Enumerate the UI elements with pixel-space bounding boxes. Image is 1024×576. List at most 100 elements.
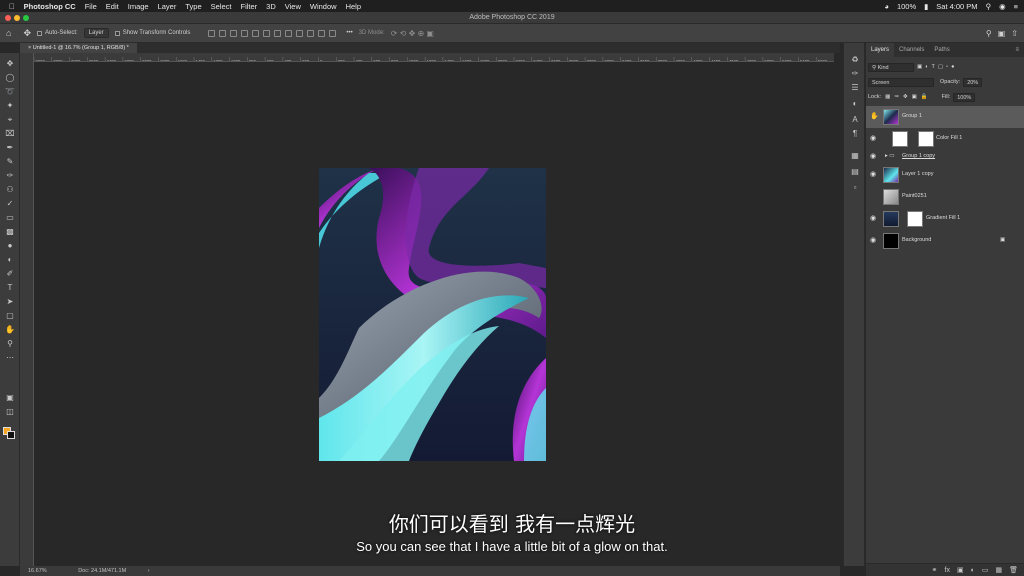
background-color-swatch[interactable] bbox=[7, 431, 15, 439]
layer-row-background[interactable]: ◉ Background ▣ bbox=[866, 230, 1024, 252]
wifi-icon[interactable]: ◕ bbox=[884, 2, 889, 11]
filter-kind-dropdown[interactable]: ⚲ Kind bbox=[868, 62, 914, 72]
rectangle-tool-icon[interactable]: ▢ bbox=[5, 311, 15, 321]
brush-panel-icon[interactable]: ✑ bbox=[850, 69, 860, 79]
type-tool-icon[interactable]: T bbox=[5, 283, 15, 293]
menu-list-icon[interactable]: ≡ bbox=[1014, 2, 1018, 11]
adjustments-panel-icon[interactable]: ◐ bbox=[850, 99, 860, 109]
brush-tool-icon[interactable]: ✑ bbox=[5, 171, 15, 181]
home-icon[interactable]: ⌂ bbox=[6, 28, 11, 38]
status-menu-icon[interactable]: › bbox=[148, 568, 150, 574]
menu-type[interactable]: Type bbox=[185, 2, 201, 11]
align-middle-icon[interactable] bbox=[252, 29, 260, 37]
add-mask-icon[interactable]: ▣ bbox=[957, 566, 964, 574]
workspace-switcher-icon[interactable]: ▣ bbox=[998, 29, 1006, 38]
quick-mask-icon[interactable]: ▣ bbox=[5, 393, 15, 403]
move-tool-icon[interactable]: ✥ bbox=[23, 28, 31, 39]
share-icon[interactable]: ⇧ bbox=[1011, 29, 1018, 38]
dodge-tool-icon[interactable]: ◐ bbox=[5, 255, 15, 265]
pen-tool-icon[interactable]: ✐ bbox=[5, 269, 15, 279]
menu-filter[interactable]: Filter bbox=[240, 2, 257, 11]
filter-adjustment-icon[interactable]: ◐ bbox=[925, 64, 928, 70]
gradient-tool-icon[interactable]: ▩ bbox=[5, 227, 15, 237]
visibility-eye-icon[interactable]: ◉ bbox=[870, 135, 879, 143]
filter-smart-object-icon[interactable]: ▫ bbox=[946, 64, 948, 70]
layer-row-paint0251[interactable]: Paint0251 bbox=[866, 186, 1024, 208]
visibility-eye-icon[interactable]: ◉ bbox=[870, 237, 879, 245]
blur-tool-icon[interactable]: ● bbox=[5, 241, 15, 251]
align-center-icon[interactable] bbox=[219, 29, 227, 37]
layer-name[interactable]: Paint0251 bbox=[902, 193, 927, 199]
layer-row-color-fill-1[interactable]: ◉ Color Fill 1 bbox=[866, 128, 1024, 150]
layer-name[interactable]: Group 1 bbox=[902, 113, 922, 119]
layer-name[interactable]: Gradient Fill 1 bbox=[926, 215, 960, 221]
visibility-eye-icon[interactable]: ◉ bbox=[870, 215, 879, 223]
distribute-top-icon[interactable] bbox=[274, 29, 282, 37]
close-tab-icon[interactable]: × bbox=[28, 45, 31, 51]
link-layers-icon[interactable]: ⚭ bbox=[932, 566, 938, 574]
filter-shape-icon[interactable]: ▢ bbox=[938, 64, 943, 70]
adjustment-layer-icon[interactable]: ◐ bbox=[971, 567, 975, 574]
align-right-icon[interactable] bbox=[230, 29, 238, 37]
layer-row-group-1-copy[interactable]: ◉ ▸ ▭ Group 1 copy bbox=[866, 150, 1024, 164]
tab-layers[interactable]: Layers bbox=[866, 43, 895, 57]
filter-type-icon[interactable]: T bbox=[932, 64, 935, 70]
zoom-level[interactable]: 16.67% bbox=[28, 568, 47, 574]
eyedropper-tool-icon[interactable]: ✒ bbox=[5, 143, 15, 153]
history-brush-tool-icon[interactable]: ✓ bbox=[5, 199, 15, 209]
new-layer-icon[interactable]: ▦ bbox=[995, 566, 1002, 574]
transform-controls-checkbox[interactable]: Show Transform Controls bbox=[114, 30, 190, 36]
healing-brush-tool-icon[interactable]: ✎ bbox=[5, 157, 15, 167]
distribute-bottom-icon[interactable] bbox=[296, 29, 304, 37]
search-icon[interactable]: ⚲ bbox=[986, 2, 992, 11]
menu-window[interactable]: Window bbox=[310, 2, 337, 11]
swatches-panel-icon[interactable]: ▦ bbox=[850, 151, 860, 161]
lasso-tool-icon[interactable]: ➰ bbox=[5, 87, 15, 97]
quick-select-tool-icon[interactable]: ✦ bbox=[5, 101, 15, 111]
align-left-icon[interactable] bbox=[208, 29, 216, 37]
siri-icon[interactable]: ◉ bbox=[999, 2, 1006, 11]
new-group-icon[interactable]: ▭ bbox=[982, 566, 989, 574]
lock-transparent-icon[interactable]: ▦ bbox=[885, 94, 890, 100]
screen-mode-icon[interactable]: ◫ bbox=[5, 407, 15, 417]
lock-artboard-icon[interactable]: ▣ bbox=[912, 94, 917, 100]
delete-layer-icon[interactable]: 🗑 bbox=[1009, 566, 1018, 574]
history-panel-icon[interactable]: ♻ bbox=[850, 55, 860, 65]
paragraph-panel-icon[interactable]: ¶ bbox=[850, 129, 860, 139]
tab-channels[interactable]: Channels bbox=[894, 43, 929, 57]
layer-name[interactable]: Group 1 copy bbox=[902, 153, 935, 159]
menu-select[interactable]: Select bbox=[211, 2, 232, 11]
layer-row-group-1[interactable]: ✋ Group 1 bbox=[866, 106, 1024, 128]
menu-view[interactable]: View bbox=[285, 2, 301, 11]
apple-icon[interactable]:  bbox=[9, 2, 15, 11]
align-top-icon[interactable] bbox=[241, 29, 249, 37]
lock-image-icon[interactable]: ✑ bbox=[894, 94, 899, 100]
more-options-icon[interactable]: ••• bbox=[346, 30, 352, 36]
filter-pixel-icon[interactable]: ▣ bbox=[917, 64, 922, 70]
blend-mode-dropdown[interactable]: Screen bbox=[868, 77, 934, 87]
distribute-middle-icon[interactable] bbox=[285, 29, 293, 37]
layer-row-gradient-fill-1[interactable]: ◉ Gradient Fill 1 bbox=[866, 208, 1024, 230]
layer-name[interactable]: Background bbox=[902, 237, 931, 243]
edit-toolbar-icon[interactable]: ⋯ bbox=[5, 353, 15, 363]
tab-paths[interactable]: Paths bbox=[929, 43, 954, 57]
menu-file[interactable]: File bbox=[85, 2, 97, 11]
menu-layer[interactable]: Layer bbox=[158, 2, 177, 11]
marquee-tool-icon[interactable]: ◯ bbox=[5, 73, 15, 83]
libraries-panel-icon[interactable]: ▤ bbox=[850, 167, 860, 177]
workspace-search-icon[interactable]: ⚲ bbox=[986, 29, 992, 38]
opacity-input[interactable]: 20% bbox=[963, 77, 983, 87]
menu-app-name[interactable]: Photoshop CC bbox=[24, 2, 76, 11]
document-tab[interactable]: × Untitled-1 @ 16.7% (Group 1, RGB/8) * bbox=[20, 43, 137, 53]
3d-orbit-icons[interactable]: ⟳ ⟲ ✥ ⊕ ▣ bbox=[391, 29, 434, 38]
battery-icon[interactable]: ▮ bbox=[924, 2, 928, 11]
properties-panel-icon[interactable]: ☰ bbox=[850, 83, 860, 93]
eraser-tool-icon[interactable]: ▭ bbox=[5, 213, 15, 223]
fill-input[interactable]: 100% bbox=[953, 92, 976, 102]
distribute-left-icon[interactable] bbox=[307, 29, 315, 37]
auto-select-checkbox[interactable]: Auto-Select: bbox=[36, 30, 78, 36]
layer-comps-panel-icon[interactable]: ▫ bbox=[850, 183, 860, 193]
layer-name[interactable]: Layer 1 copy bbox=[902, 171, 934, 177]
align-bottom-icon[interactable] bbox=[263, 29, 271, 37]
filter-toggle-icon[interactable]: ● bbox=[951, 64, 954, 70]
